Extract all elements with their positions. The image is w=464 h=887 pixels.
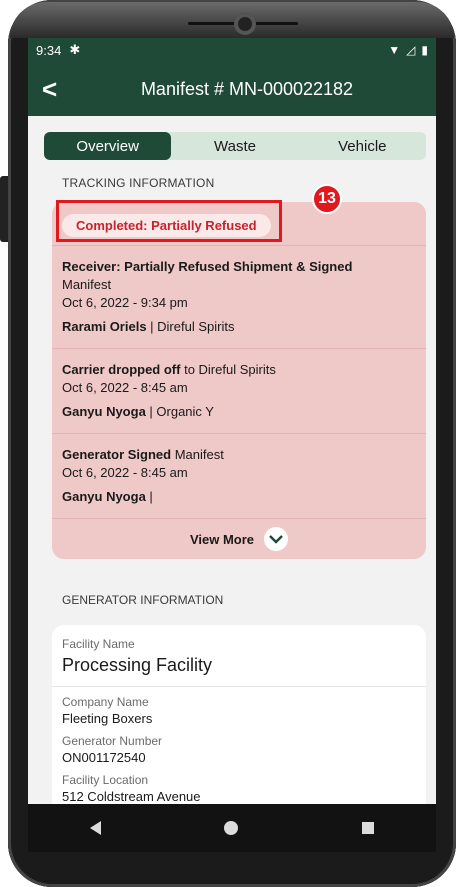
tab-waste[interactable]: Waste <box>171 132 298 160</box>
divider <box>52 686 426 687</box>
event-subtitle: Manifest <box>62 277 112 292</box>
status-bar: 9:34 ✱ ▼ ◿ ▮ <box>28 38 436 62</box>
tab-vehicle[interactable]: Vehicle <box>299 132 426 160</box>
tab-bar: Overview Waste Vehicle <box>44 132 426 160</box>
screen: 9:34 ✱ ▼ ◿ ▮ < Manifest # MN-000022182 O… <box>28 38 436 852</box>
page-title: Manifest # MN-000022182 <box>140 78 354 99</box>
facility-location-label: Facility Location <box>62 773 149 787</box>
main-content[interactable]: Overview Waste Vehicle TRACKING INFORMAT… <box>28 116 436 804</box>
nav-recents-icon[interactable] <box>362 822 375 834</box>
generator-number-label: Generator Number <box>62 734 163 748</box>
event-date: Oct 6, 2022 - 8:45 am <box>62 465 188 480</box>
tracking-card: Completed: Partially Refused 13 Receiver… <box>52 184 426 559</box>
event-company: | Organic Y <box>149 404 214 419</box>
android-nav-bar <box>28 804 436 852</box>
event-subtitle: to Direful Spirits <box>180 362 276 377</box>
nav-home-icon[interactable] <box>224 821 239 835</box>
tracking-event: Carrier dropped off to Direful Spirits O… <box>52 348 426 433</box>
view-more-button[interactable]: View More <box>52 518 426 559</box>
status-time: 9:34 <box>36 42 62 58</box>
generator-section-label: GENERATOR INFORMATION <box>62 593 224 607</box>
back-icon[interactable]: < <box>42 74 57 105</box>
app-bar: < Manifest # MN-000022182 <box>28 62 436 116</box>
company-name-label: Company Name <box>62 695 149 709</box>
status-icons: ▼ ◿ ▮ <box>388 43 428 57</box>
event-person: Rarami Oriels <box>62 319 147 334</box>
nav-back-icon[interactable] <box>89 821 101 835</box>
status-badge-row: Completed: Partially Refused 13 <box>52 184 426 245</box>
event-title: Receiver: Partially Refused Shipment & S… <box>62 259 353 274</box>
event-company: | Direful Spirits <box>150 319 235 334</box>
generator-number-value: ON001172540 <box>62 750 146 765</box>
company-name-value: Fleeting Boxers <box>62 711 153 726</box>
event-subtitle: Manifest <box>171 447 224 462</box>
event-company: | <box>149 489 153 504</box>
tracking-section-label: TRACKING INFORMATION <box>62 176 215 190</box>
facility-name-label: Facility Name <box>62 637 135 651</box>
facility-location-value: 512 Coldstream Avenue <box>62 789 201 804</box>
battery-icon: ▮ <box>421 43 428 57</box>
phone-top-edge <box>10 2 454 38</box>
facility-name-value: Processing Facility <box>62 655 213 675</box>
signal-icon: ◿ <box>406 43 416 57</box>
phone-side-button <box>0 176 8 242</box>
event-title: Generator Signed <box>62 447 172 462</box>
event-date: Oct 6, 2022 - 8:45 am <box>62 380 188 395</box>
phone-camera <box>234 13 256 35</box>
event-date: Oct 6, 2022 - 9:34 pm <box>62 295 188 310</box>
chevron-down-icon[interactable] <box>264 527 289 551</box>
generator-card: Facility Name Processing Facility Compan… <box>52 625 426 804</box>
event-person: Ganyu Nyoga <box>62 404 146 419</box>
highlight-box <box>56 200 282 242</box>
view-more-label: View More <box>189 531 255 547</box>
tracking-event: Receiver: Partially Refused Shipment & S… <box>52 245 426 348</box>
tab-overview[interactable]: Overview <box>44 132 172 160</box>
event-title: Carrier dropped off <box>62 362 181 377</box>
step-marker: 13 <box>312 184 342 214</box>
tracking-event: Generator Signed Manifest Oct 6, 2022 - … <box>52 433 426 518</box>
gear-icon: ✱ <box>69 42 81 57</box>
event-person: Ganyu Nyoga <box>62 489 146 504</box>
wifi-icon: ▼ <box>388 43 401 57</box>
